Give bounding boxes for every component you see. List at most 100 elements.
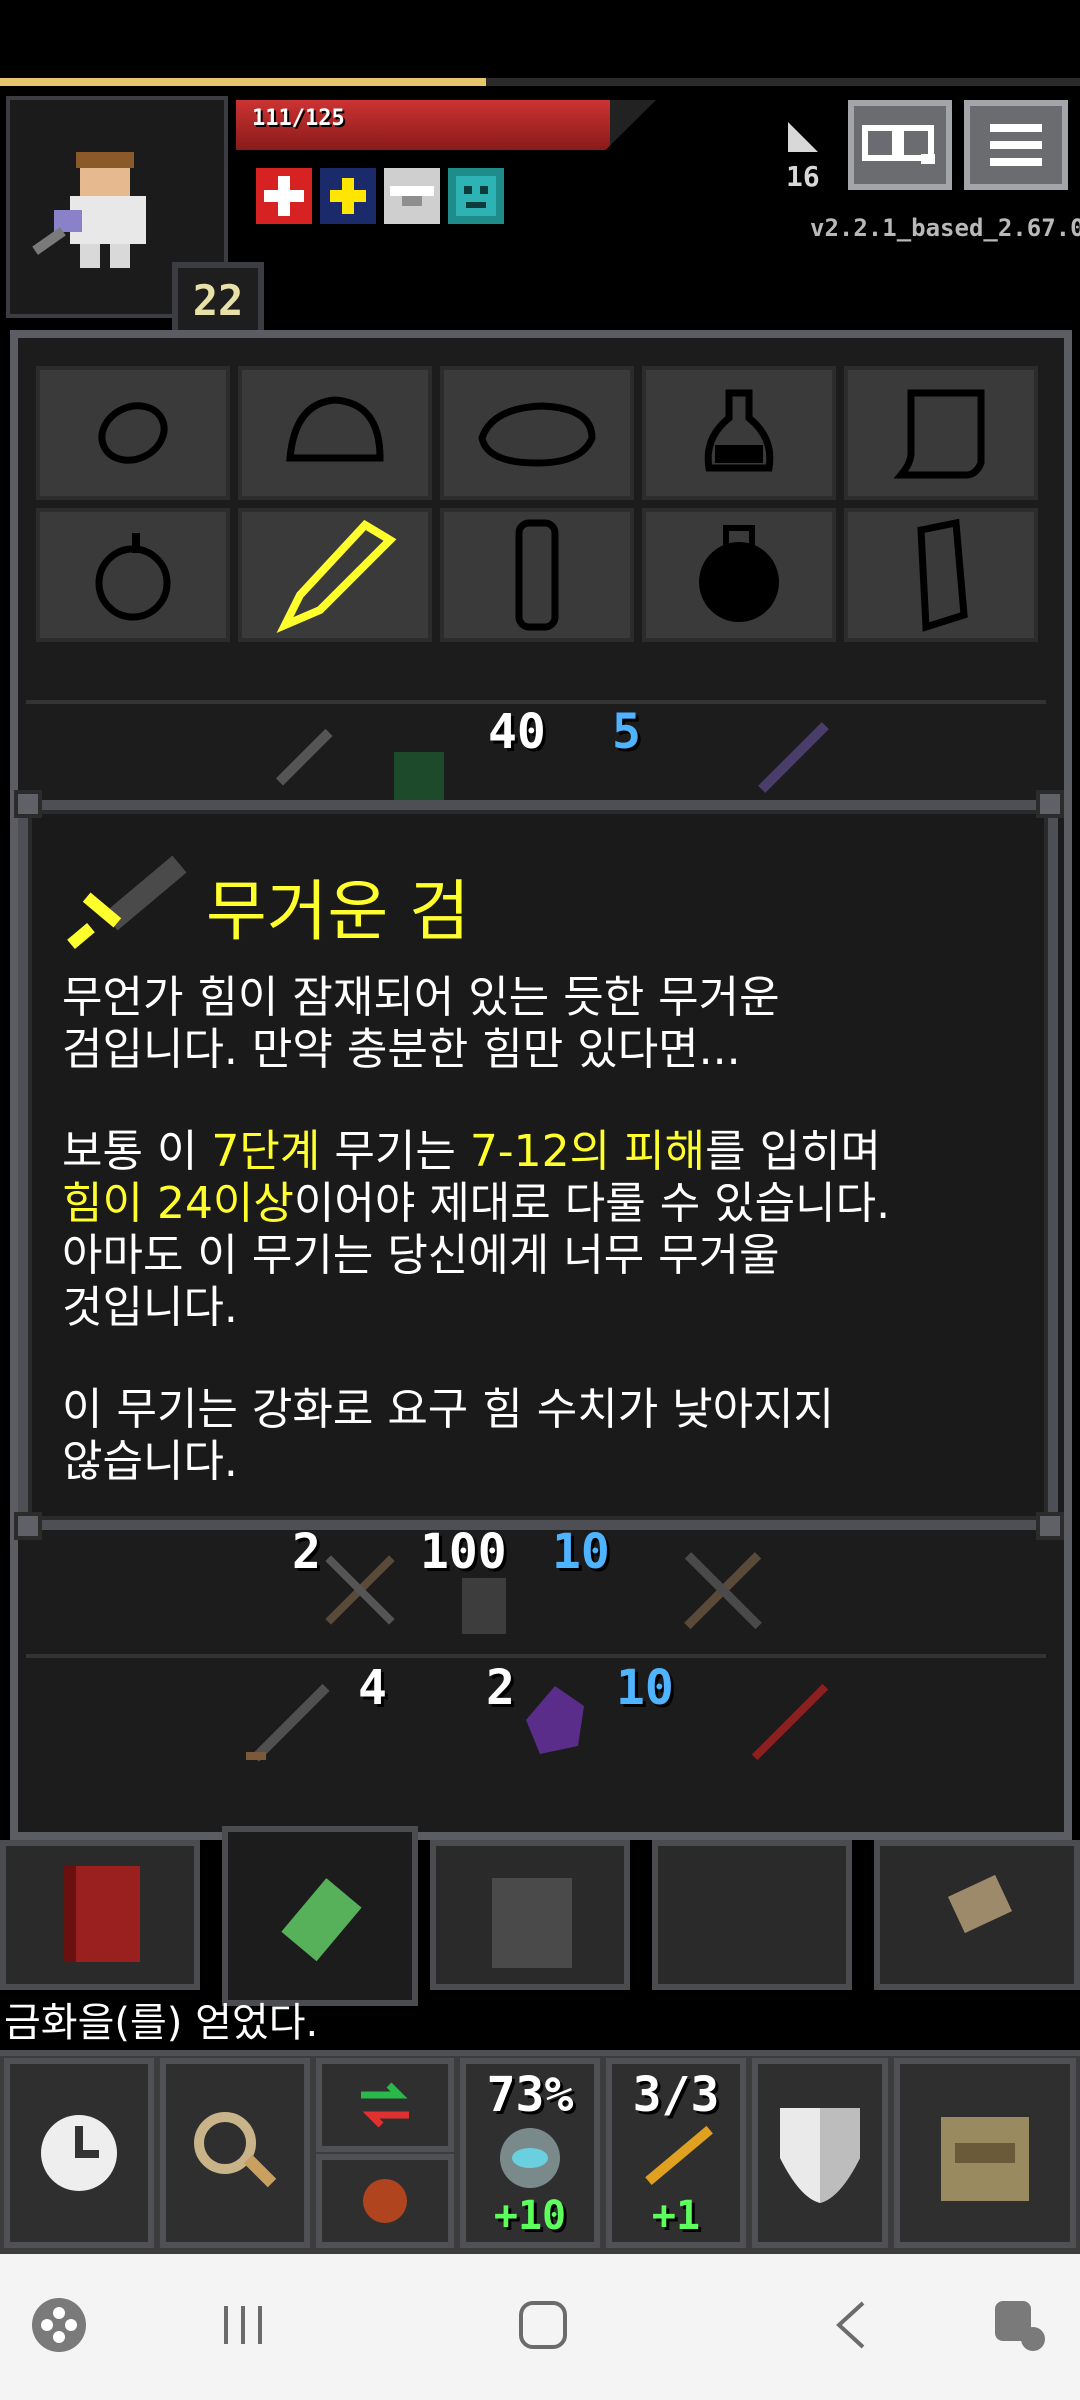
dialog-corner (1036, 1512, 1064, 1540)
spellbook-icon (64, 1866, 140, 1962)
longsword-item-icon[interactable] (240, 1672, 340, 1772)
desc-line: 이 무기는 강화로 요구 힘 수치가 낮아지지 (62, 1384, 835, 1435)
dialog-corner (14, 790, 42, 818)
game-log-message: 금화을(를) 얻었다. (4, 2000, 319, 2046)
quickslot-gauntlet[interactable] (430, 1840, 630, 1990)
eye-shield-icon (500, 2128, 560, 2188)
cap-slot-icon (286, 396, 384, 462)
armor-slot-icon (478, 402, 596, 467)
damage-highlight: 7-12의 피해 (469, 1126, 706, 1177)
backpack-button[interactable] (894, 2058, 1076, 2248)
weapon-tier-highlight: 7단계 (211, 1126, 321, 1177)
jar-item-icon[interactable] (454, 1570, 514, 1640)
desc-line: 무언가 힘이 잠재되어 있는 듯한 무거운 (62, 972, 780, 1023)
backpack-icon (941, 2117, 1029, 2201)
quickslot-charge: 3/3 (632, 2067, 720, 2123)
quickslot-shield[interactable] (752, 2058, 888, 2248)
scroll-slot-icon (893, 389, 985, 479)
search-button[interactable] (160, 2058, 310, 2248)
bomb-slot-icon (699, 525, 779, 622)
dialog-corner (1036, 790, 1064, 818)
desc-line: 않습니다. (62, 1436, 238, 1487)
quickslot-bonus: +10 (493, 2193, 567, 2239)
meat-icon (363, 2179, 407, 2223)
back-icon[interactable] (816, 2290, 886, 2360)
journal-button[interactable] (848, 100, 952, 190)
swap-button[interactable] (316, 2058, 454, 2152)
purple-stone-item-icon[interactable] (520, 1680, 590, 1760)
hamburger-menu-icon (990, 124, 1042, 166)
quickslot-spellbook[interactable] (0, 1840, 200, 1990)
inventory-row-divider (26, 1654, 1046, 1658)
wait-button[interactable] (4, 2058, 154, 2248)
crossed-weapons-item-icon[interactable] (668, 1536, 778, 1646)
seed-slot-icon (95, 533, 171, 621)
parchment-icon (947, 1874, 1013, 1934)
ring-slot[interactable] (36, 366, 230, 500)
armor-slot[interactable] (440, 366, 634, 500)
item-level: 5 (612, 704, 641, 760)
cap-slot[interactable] (238, 366, 432, 500)
buff-teal-face-icon[interactable] (448, 168, 504, 224)
health-bar: 111/125 (236, 100, 656, 150)
buff-yellow-cross-icon[interactable] (320, 168, 376, 224)
potion-slot[interactable] (642, 366, 836, 500)
health-text: 111/125 (252, 106, 345, 131)
home-icon[interactable] (508, 2290, 578, 2360)
banknote-icon (281, 1878, 362, 1962)
shield-icon (780, 2108, 860, 2203)
game-launcher-icon[interactable] (24, 2290, 94, 2360)
scroll-slot[interactable] (844, 366, 1038, 500)
potion-item-icon[interactable] (380, 722, 460, 802)
desc-text: 무기는 (320, 1126, 470, 1177)
quickslot-banknote-selected[interactable] (222, 1826, 418, 2006)
clock-icon (41, 2115, 117, 2191)
weapon-slot-selected[interactable] (238, 508, 432, 642)
quickslot-scroll[interactable] (874, 1840, 1080, 1990)
food-quick-button[interactable] (316, 2154, 454, 2248)
item-count: 4 (358, 1660, 387, 1716)
gauntlet-icon (492, 1878, 572, 1968)
buff-red-cross-icon[interactable] (256, 168, 312, 224)
potion-slot-icon (704, 389, 774, 472)
red-sword-item-icon[interactable] (740, 1672, 840, 1772)
quickslot-bonus: +1 (651, 2193, 701, 2239)
desc-line: 아마도 이 무기는 당신에게 너무 무거울 (62, 1230, 780, 1281)
sword-item-icon[interactable] (260, 720, 340, 800)
item-count: 2 (486, 1660, 515, 1716)
experience-fill (0, 78, 486, 86)
dagger-item-icon[interactable] (740, 716, 840, 806)
recent-apps-icon[interactable] (208, 2290, 278, 2360)
item-level: 10 (616, 1660, 674, 1716)
bomb-slot[interactable] (642, 508, 836, 642)
quickslot-dark-sword[interactable] (652, 1840, 852, 1990)
item-description-2: 보통 이 7단계 무기는 7-12의 피해를 입히며 힘이 24이상이어야 제대… (62, 1126, 1042, 1334)
quickslot-charge: 73% (486, 2067, 574, 2123)
menu-button[interactable] (964, 100, 1068, 190)
food-slot[interactable] (844, 508, 1038, 642)
buff-white-bar-icon[interactable] (384, 168, 440, 224)
quickslot-eye-shield[interactable]: 73% +10 (460, 2058, 600, 2248)
item-title: 무거운 검 (206, 873, 470, 950)
stone-slot-icon (515, 519, 559, 631)
experience-bar (0, 78, 1080, 86)
stone-slot[interactable] (440, 508, 634, 642)
magnifier-icon (194, 2112, 277, 2188)
item-description-3: 이 무기는 강화로 요구 힘 수치가 낮아지지 않습니다. (62, 1384, 1042, 1488)
hero-level-badge: 22 (172, 262, 264, 338)
desc-line: 것입니다. (62, 1282, 238, 1333)
wand-icon (645, 2125, 713, 2185)
ring-slot-icon (98, 402, 168, 464)
quickslot-wand[interactable]: 3/3 +1 (606, 2058, 746, 2248)
dark-sword-icon (714, 1878, 796, 1960)
crossed-sword-item-icon[interactable] (310, 1540, 410, 1640)
item-count: 40 (488, 704, 546, 760)
strength-highlight: 힘이 24이상 (62, 1178, 294, 1229)
accessibility-icon[interactable] (984, 2290, 1054, 2360)
desc-text: 보통 이 (62, 1126, 212, 1177)
desc-line: 힘이 24이상이어야 제대로 다룰 수 있습니다. (62, 1178, 1042, 1230)
swap-arrows-icon (361, 2082, 409, 2128)
seed-slot[interactable] (36, 508, 230, 642)
dialog-corner (14, 1512, 42, 1540)
desc-line: 검입니다. 만약 충분한 힘만 있다면... (62, 1024, 741, 1075)
